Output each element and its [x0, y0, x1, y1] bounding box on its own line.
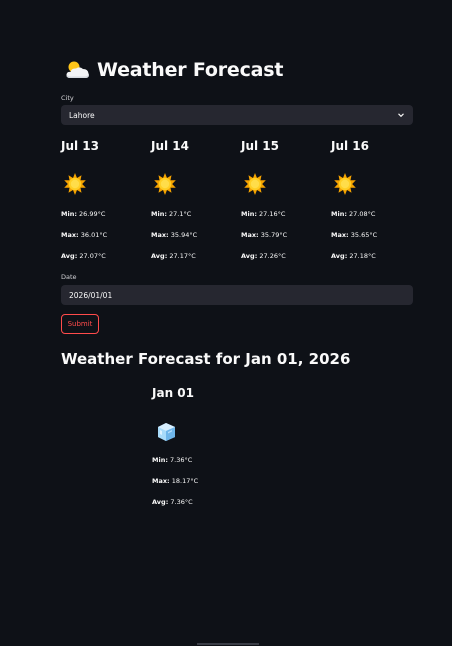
forecast-max: Max: 36.01°C [61, 231, 108, 239]
app-root: Weather Forecast City Lahore Jul 13 Min:… [0, 0, 452, 646]
ice-cube-icon [158, 423, 175, 441]
city-label: City [61, 94, 74, 102]
forecast-max: Max: 35.94°C [151, 231, 198, 239]
result-date: Jan 01 [152, 386, 194, 400]
date-input[interactable]: 2026/01/01 [61, 285, 413, 305]
result-title: Weather Forecast for Jan 01, 2026 [61, 350, 351, 368]
forecast-date: Jul 15 [241, 139, 279, 153]
forecast-avg: Avg: 27.07°C [61, 252, 106, 260]
forecast-min: Min: 27.16°C [241, 210, 286, 218]
forecast-min: Min: 27.1°C [151, 210, 192, 218]
city-select-value: Lahore [69, 110, 95, 120]
forecast-avg: Avg: 27.18°C [331, 252, 376, 260]
submit-button[interactable]: Submit [61, 314, 99, 334]
forecast-avg: Avg: 27.17°C [151, 252, 196, 260]
forecast-avg: Avg: 27.26°C [241, 252, 286, 260]
page-title: Weather Forecast [97, 59, 284, 81]
bottom-scroll-indicator [197, 643, 259, 645]
chevron-down-icon [398, 113, 404, 118]
sun-icon [334, 173, 356, 195]
date-label: Date [61, 273, 77, 281]
sun-icon [154, 173, 176, 195]
result-min: Min: 7.36°C [152, 456, 193, 464]
result-avg: Avg: 7.36°C [152, 498, 193, 506]
result-max: Max: 18.17°C [152, 477, 199, 485]
forecast-date: Jul 14 [151, 139, 189, 153]
sun-behind-cloud-icon [66, 61, 89, 78]
city-select[interactable]: Lahore [61, 105, 413, 125]
forecast-max: Max: 35.65°C [331, 231, 378, 239]
sun-icon [244, 173, 266, 195]
sun-icon [64, 173, 86, 195]
forecast-min: Min: 27.08°C [331, 210, 376, 218]
date-input-value: 2026/01/01 [69, 290, 113, 300]
forecast-min: Min: 26.99°C [61, 210, 106, 218]
forecast-date: Jul 16 [331, 139, 369, 153]
forecast-max: Max: 35.79°C [241, 231, 288, 239]
forecast-date: Jul 13 [61, 139, 99, 153]
page-header: Weather Forecast [61, 56, 283, 84]
